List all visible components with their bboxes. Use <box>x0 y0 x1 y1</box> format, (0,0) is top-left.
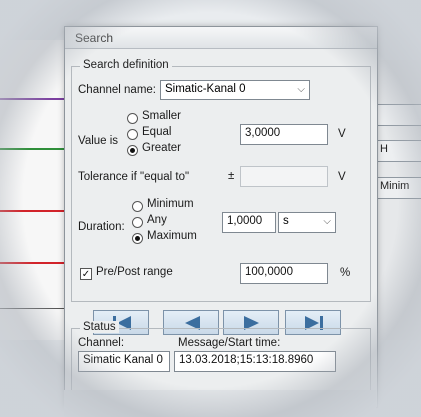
radio-smaller-label: Smaller <box>142 110 181 122</box>
channel-name-label: Channel name: <box>78 84 156 96</box>
trace-line <box>0 98 65 100</box>
pre-post-unit: % <box>340 267 351 279</box>
duration-input[interactable]: 1,0000 <box>222 212 276 233</box>
bottom-strip <box>64 390 376 417</box>
dialog-title: Search <box>75 31 114 45</box>
value-unit: V <box>338 128 346 140</box>
duration-label: Duration: <box>78 221 125 233</box>
tolerance-symbol: ± <box>228 170 235 182</box>
side-panel <box>372 60 421 340</box>
value-input[interactable]: 3,0000 <box>240 124 328 145</box>
status-group: Status Channel: Message/Start time: Sima… <box>71 321 371 396</box>
search-dialog: Search Search definition Channel name: S… <box>64 26 378 408</box>
duration-unit-select[interactable]: s ⌵ <box>278 212 336 233</box>
channel-name-value: Simatic-Kanal 0 <box>165 83 246 95</box>
status-channel-value: Simatic Kanal 0 <box>78 351 170 372</box>
radio-greater-label: Greater <box>142 142 181 154</box>
duration-unit-value: s <box>283 215 289 227</box>
trace-line <box>0 308 65 309</box>
trace-line <box>0 262 65 264</box>
pre-post-checkbox[interactable]: ✓ <box>80 268 92 280</box>
pre-post-label: Pre/Post range <box>96 266 173 278</box>
message-start-time-label: Message/Start time: <box>178 337 281 349</box>
radio-any[interactable] <box>132 217 143 228</box>
radio-any-label: Any <box>147 214 167 226</box>
search-definition-label: Search definition <box>80 59 172 71</box>
radio-equal-label: Equal <box>142 126 172 138</box>
chevron-down-icon: ⌵ <box>323 216 331 227</box>
chart-area <box>0 40 66 340</box>
radio-equal[interactable] <box>127 129 138 140</box>
tolerance-unit: V <box>338 171 346 183</box>
trace-line <box>0 148 65 150</box>
side-button-1[interactable] <box>375 104 421 126</box>
tolerance-label: Tolerance if "equal to" <box>78 171 190 183</box>
radio-minimum-label: Minimum <box>147 198 194 210</box>
radio-greater[interactable] <box>127 145 138 156</box>
status-label: Status <box>80 321 119 333</box>
trace-line <box>0 210 65 212</box>
status-message-value: 13.03.2018;15:13:18.8960 <box>174 351 336 372</box>
tolerance-input[interactable] <box>240 166 328 187</box>
value-is-label: Value is <box>78 135 119 147</box>
radio-smaller[interactable] <box>127 113 138 124</box>
dialog-titlebar[interactable]: Search <box>65 27 377 49</box>
search-definition-group: Search definition Channel name: Simatic-… <box>71 59 371 302</box>
channel-label: Channel: <box>78 337 125 349</box>
chevron-down-icon: ⌵ <box>297 84 305 95</box>
radio-minimum[interactable] <box>132 201 143 212</box>
radio-maximum-label: Maximum <box>147 230 197 242</box>
side-button-2[interactable]: H <box>375 140 421 162</box>
side-button-minimum[interactable]: Minim <box>375 177 421 199</box>
pre-post-input[interactable]: 100,0000 <box>240 263 328 284</box>
radio-maximum[interactable] <box>132 233 143 244</box>
channel-name-select[interactable]: Simatic-Kanal 0 ⌵ <box>160 80 310 100</box>
